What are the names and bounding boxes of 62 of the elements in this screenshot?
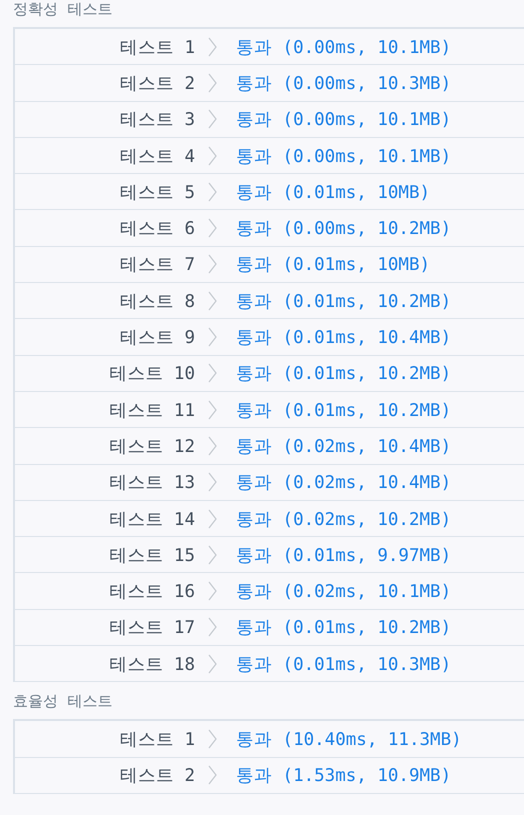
- test-result: 통과 (0.00ms, 10.3MB): [236, 72, 452, 95]
- test-result: 통과 (1.53ms, 10.9MB): [236, 765, 452, 788]
- test-label: 테스트 2: [118, 765, 195, 788]
- chevron-icon: [208, 581, 217, 602]
- chevron-icon: [208, 146, 217, 166]
- test-result: 통과 (0.01ms, 10MB): [236, 182, 430, 204]
- test-result: 통과 (0.00ms, 10.1MB): [236, 146, 452, 168]
- test-result: 통과 (0.00ms, 10.1MB): [236, 109, 452, 132]
- test-label: 테스트 11: [108, 400, 195, 422]
- test-label: 테스트 18: [108, 654, 195, 676]
- test-label: 테스트 12: [108, 436, 195, 458]
- section-title: 효율성 테스트: [12, 692, 114, 712]
- test-result: 통과 (0.01ms, 10.2MB): [236, 400, 452, 422]
- test-label: 테스트 2: [118, 72, 195, 95]
- test-label: 테스트 1: [118, 728, 195, 751]
- chevron-icon: [208, 327, 217, 348]
- test-label: 테스트 10: [108, 363, 195, 386]
- test-label: 테스트 15: [108, 544, 195, 567]
- test-label: 테스트 16: [108, 581, 195, 604]
- test-label: 테스트 9: [118, 327, 195, 350]
- test-result: 통과 (0.01ms, 10.3MB): [236, 654, 452, 676]
- chevron-icon: [208, 728, 217, 749]
- chevron-icon: [208, 654, 217, 674]
- chevron-icon: [208, 218, 217, 238]
- test-label: 테스트 6: [118, 218, 195, 240]
- chevron-icon: [208, 436, 217, 456]
- test-result: 통과 (0.02ms, 10.1MB): [236, 581, 452, 604]
- test-label: 테스트 14: [108, 508, 195, 530]
- test-result: 통과 (0.01ms, 10.2MB): [236, 290, 452, 313]
- chevron-icon: [208, 363, 217, 384]
- test-label: 테스트 3: [118, 109, 195, 132]
- test-result: 통과 (0.01ms, 9.97MB): [236, 544, 452, 567]
- test-label: 테스트 4: [118, 146, 195, 168]
- test-label: 테스트 17: [108, 617, 195, 640]
- test-result: 통과 (0.01ms, 10MB): [236, 254, 430, 276]
- chevron-icon: [208, 400, 217, 420]
- test-result: 통과 (10.40ms, 11.3MB): [236, 728, 462, 751]
- chevron-icon: [208, 290, 217, 311]
- chevron-icon: [208, 182, 217, 202]
- test-label: 테스트 7: [118, 254, 195, 276]
- test-label: 테스트 13: [108, 472, 195, 494]
- test-result: 통과 (0.02ms, 10.4MB): [236, 436, 452, 458]
- test-result: 통과 (0.01ms, 10.2MB): [236, 617, 452, 640]
- chevron-icon: [208, 109, 217, 130]
- test-result: 통과 (0.00ms, 10.2MB): [236, 218, 452, 240]
- chevron-icon: [208, 617, 217, 638]
- test-label: 테스트 8: [118, 290, 195, 313]
- test-label: 테스트 5: [118, 182, 195, 204]
- test-label: 테스트 1: [118, 36, 195, 59]
- chevron-icon: [208, 544, 217, 565]
- chevron-icon: [208, 36, 217, 57]
- chevron-icon: [208, 765, 217, 786]
- chevron-icon: [208, 472, 217, 492]
- test-result: 통과 (0.01ms, 10.4MB): [236, 327, 452, 350]
- chevron-icon: [208, 72, 217, 93]
- chevron-icon: [208, 254, 217, 274]
- section-title: 정확성 테스트: [12, 0, 114, 19]
- test-result: 통과 (0.02ms, 10.2MB): [236, 508, 452, 530]
- test-result: 통과 (0.01ms, 10.2MB): [236, 363, 452, 386]
- test-result: 통과 (0.02ms, 10.4MB): [236, 472, 452, 494]
- chevron-icon: [208, 508, 217, 528]
- test-result: 통과 (0.00ms, 10.1MB): [236, 36, 452, 59]
